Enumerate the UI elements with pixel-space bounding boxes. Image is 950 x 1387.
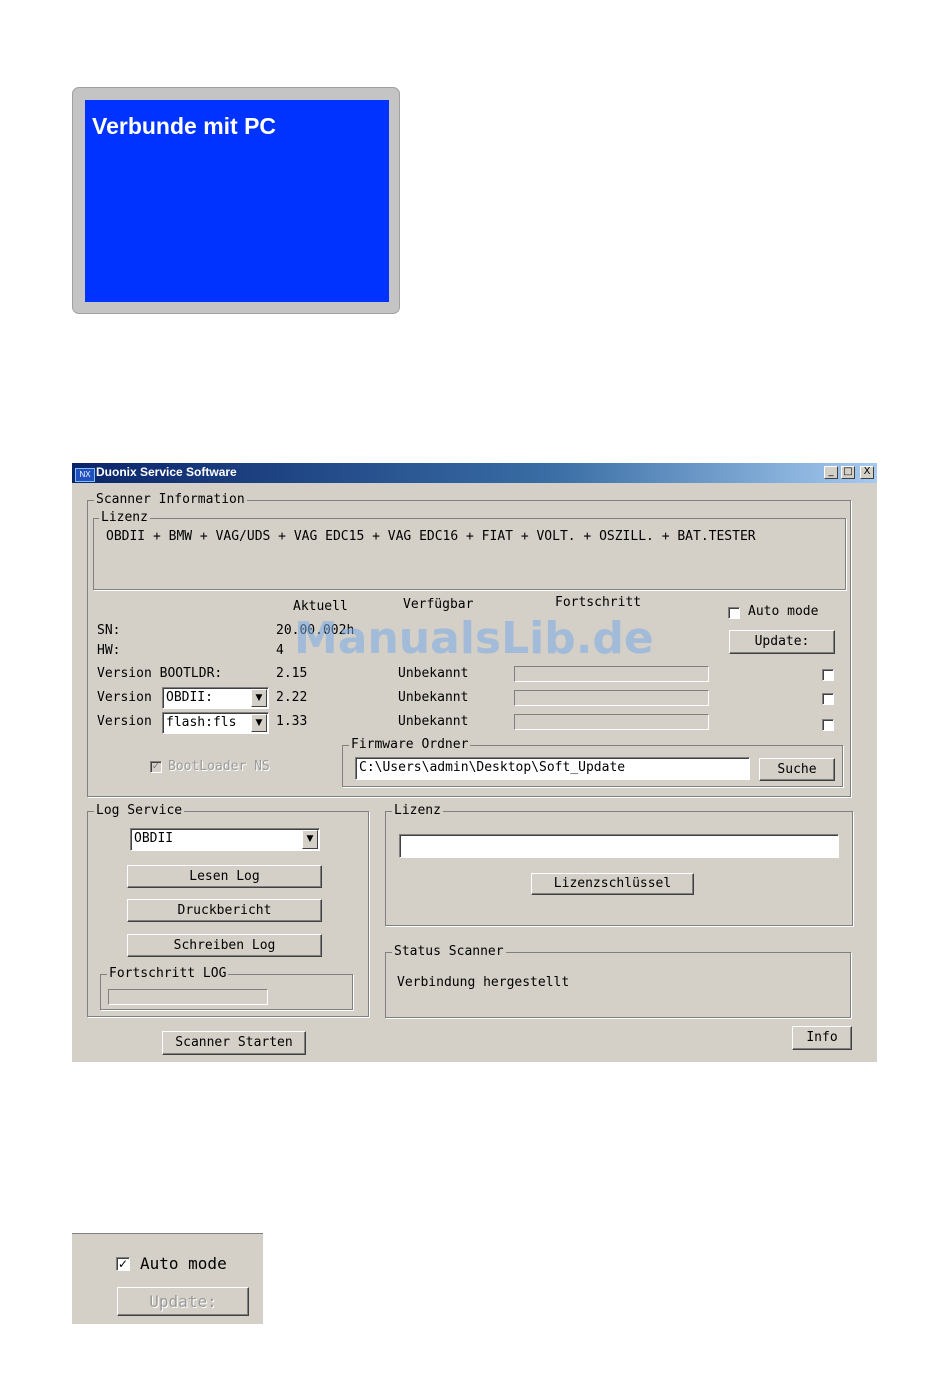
scanner-information-label: Scanner Information [94, 492, 247, 508]
device-screen: Verbunde mit PC [85, 100, 389, 302]
auto-mode-label: Auto mode [748, 604, 819, 619]
flash-version-select-value: flash:fls [166, 715, 237, 730]
read-log-button[interactable]: Lesen Log [127, 865, 322, 888]
license-key-input[interactable] [399, 834, 839, 858]
license-key-group: Lizenz Lizenzschlüssel [385, 803, 853, 926]
flash-version-label: Version [97, 714, 152, 729]
search-button[interactable]: Suche [759, 758, 835, 781]
print-report-button[interactable]: Druckbericht [127, 899, 322, 922]
sn-label: SN: [97, 623, 121, 638]
flash-progress [514, 714, 709, 730]
log-service-select-value: OBDII [134, 831, 174, 846]
status-scanner-group: Status Scanner Verbindung hergestellt [385, 944, 851, 1018]
firmware-folder-label: Firmware Ordner [349, 737, 471, 753]
close-button[interactable]: X [860, 466, 874, 479]
scanner-start-button[interactable]: Scanner Starten [162, 1031, 306, 1055]
bootloader-ns-checkbox[interactable]: ✓ [150, 761, 162, 773]
minimize-button[interactable]: _ [824, 466, 838, 479]
log-service-select[interactable]: OBDII ▼ [130, 828, 320, 851]
log-service-group: Log Service OBDII ▼ Lesen Log Druckberic… [87, 803, 369, 1017]
hw-label: HW: [97, 643, 121, 658]
bootldr-progress [514, 666, 709, 682]
obdii-version-select-value: OBDII: [166, 690, 213, 705]
log-service-label: Log Service [94, 803, 185, 819]
hw-value: 4 [276, 643, 284, 658]
header-verfuegbar: Verfügbar [403, 597, 474, 612]
app-icon: NX [75, 468, 95, 482]
license-key-button[interactable]: Lizenzschlüssel [531, 873, 694, 895]
header-fortschritt: Fortschritt [555, 595, 642, 610]
status-scanner-label: Status Scanner [392, 944, 506, 960]
license-info-group: Lizenz OBDII + BMW + VAG/UDS + VAG EDC15… [93, 510, 846, 590]
obdii-checkbox[interactable] [822, 693, 834, 705]
license-key-label: Lizenz [392, 803, 443, 819]
obdii-progress [514, 690, 709, 706]
flash-aktuell: 1.33 [276, 714, 308, 729]
flash-verfuegbar: Unbekannt [398, 714, 469, 729]
inset-update-button[interactable]: Update: [117, 1287, 249, 1316]
firmware-path-input[interactable]: C:\Users\admin\Desktop\Soft_Update [355, 757, 750, 780]
bootloader-ns-label: BootLoader NS [168, 759, 270, 774]
flash-version-select[interactable]: flash:fls ▼ [162, 712, 269, 734]
obdii-version-select[interactable]: OBDII: ▼ [162, 687, 269, 709]
chevron-down-icon[interactable]: ▼ [302, 830, 318, 849]
inset-auto-mode-label: Auto mode [140, 1254, 227, 1273]
obdii-verfuegbar: Unbekannt [398, 690, 469, 705]
maximize-button[interactable]: □ [841, 466, 855, 479]
app-window: NX Duonix Service Software _ □ X Scanner… [72, 463, 877, 1062]
auto-mode-checkbox[interactable] [728, 607, 740, 619]
chevron-down-icon[interactable]: ▼ [251, 689, 267, 707]
license-info-label: Lizenz [99, 510, 150, 526]
bootldr-checkbox[interactable] [822, 669, 834, 681]
chevron-down-icon[interactable]: ▼ [251, 714, 267, 732]
header-aktuell: Aktuell [293, 599, 348, 614]
bootldr-aktuell: 2.15 [276, 666, 308, 681]
firmware-folder-group: Firmware Ordner C:\Users\admin\Desktop\S… [342, 737, 843, 787]
license-modules-text: OBDII + BMW + VAG/UDS + VAG EDC15 + VAG … [106, 529, 756, 544]
window-title: Duonix Service Software [96, 465, 237, 479]
status-text: Verbindung hergestellt [397, 975, 570, 990]
info-button[interactable]: Info [792, 1026, 852, 1050]
flash-checkbox[interactable] [822, 719, 834, 731]
inset-auto-mode-checkbox[interactable]: ✓ [116, 1257, 130, 1271]
title-bar[interactable]: NX Duonix Service Software _ □ X [72, 463, 877, 483]
bootldr-verfuegbar: Unbekannt [398, 666, 469, 681]
log-progress-label: Fortschritt LOG [107, 966, 229, 982]
bootldr-label: Version BOOTLDR: [97, 666, 223, 681]
obdii-version-label: Version [97, 690, 152, 705]
obdii-aktuell: 2.22 [276, 690, 308, 705]
log-progress [108, 989, 268, 1005]
watermark: ManualsLib.de [294, 613, 654, 664]
update-button[interactable]: Update: [729, 630, 835, 654]
device-screen-text: Verbunde mit PC [92, 113, 277, 139]
device-display: Verbunde mit PC [72, 87, 400, 314]
log-progress-group: Fortschritt LOG [100, 966, 353, 1010]
auto-mode-inset: ✓ Auto mode Update: [72, 1233, 263, 1324]
write-log-button[interactable]: Schreiben Log [127, 934, 322, 957]
